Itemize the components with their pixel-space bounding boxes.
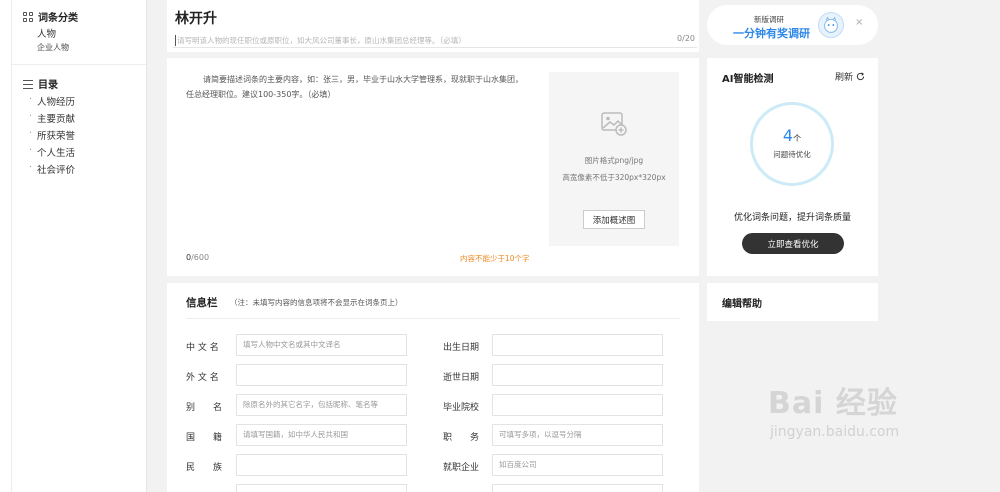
sidebar-divider xyxy=(12,64,146,65)
summary-count-max: /600 xyxy=(191,253,210,262)
issue-label: 问题待优化 xyxy=(773,150,811,159)
refresh-icon xyxy=(856,72,865,81)
survey-label: 新版调研 xyxy=(754,15,784,24)
field-label: 民 族 xyxy=(186,463,223,473)
info-title: 信息栏 xyxy=(186,297,218,309)
add-summary-image-button[interactable]: 添加概述图 xyxy=(583,210,645,229)
summary-textarea[interactable]: 请简要描述词条的主要内容，如：张三，男，毕业于山水大学管理系，现就职于山水集团，… xyxy=(186,72,530,102)
mascot-icon xyxy=(818,12,844,38)
info-note: （注：未填写内容的信息项将不会显示在词条页上） xyxy=(230,298,403,307)
watermark-url: jingyan.baidu.com xyxy=(770,424,900,440)
image-format-hint: 图片格式png/jpg xyxy=(584,156,644,165)
baidu-watermark: Bai 经验 jingyan.baidu.com xyxy=(768,378,899,440)
list-icon xyxy=(23,79,33,89)
category-item[interactable]: 人物 xyxy=(37,26,56,40)
entry-header: 林开升 请写明该人物的现任职位或原职位，如大风公司董事长，原山水集团总经理等。（… xyxy=(167,0,699,52)
position-input[interactable]: 可填写多项，以逗号分隔 xyxy=(492,424,663,446)
field-label: 逝世日期 xyxy=(443,373,480,383)
survey-banner[interactable]: 新版调研 一分钟有奖调研 × xyxy=(707,5,878,45)
death-date-input[interactable] xyxy=(492,364,663,386)
toc-item[interactable]: 个人生活 xyxy=(29,145,75,159)
info-divider xyxy=(186,318,680,319)
field-label: 中 文 名 xyxy=(186,343,219,353)
intro-input[interactable]: 请写明该人物的现任职位或原职位，如大风公司董事长，原山水集团总经理等。（必填） … xyxy=(173,31,697,48)
toc-item[interactable]: 所获荣誉 xyxy=(29,128,75,142)
summary-card: 请简要描述词条的主要内容，如：张三，男，毕业于山水大学管理系，现就职于山水集团，… xyxy=(167,58,699,276)
toc-item[interactable]: 人物经历 xyxy=(29,94,75,108)
issue-count-value: 4 xyxy=(782,126,794,145)
entry-title: 林开升 xyxy=(175,11,217,27)
school-input[interactable] xyxy=(492,394,663,416)
field-label: 职 务 xyxy=(443,433,480,443)
field-label: 毕业院校 xyxy=(443,403,480,413)
view-optimization-button[interactable]: 立即查看优化 xyxy=(742,233,844,254)
refresh-label: 刷新 xyxy=(835,73,854,83)
foreign-name-input[interactable] xyxy=(236,364,407,386)
category-title: 词条分类 xyxy=(38,13,78,24)
ethnicity-input[interactable] xyxy=(236,454,407,476)
chinese-name-input[interactable]: 填写人物中文名或其中文译名 xyxy=(236,334,407,356)
field-label: 就职企业 xyxy=(443,463,480,473)
toc-item[interactable]: 社会评价 xyxy=(29,162,75,176)
refresh-button[interactable]: 刷新 xyxy=(835,70,865,83)
issue-count-unit: 个 xyxy=(793,134,802,143)
edit-help-title: 编辑帮助 xyxy=(722,299,762,310)
ai-detection-card: AI智能检测 刷新 4个 问题待优化 优化词条问题，提升词条质量 立即查看优化 xyxy=(707,58,878,276)
watermark-logo: Bai 经验 xyxy=(768,386,898,421)
field-label: 出生日期 xyxy=(443,343,480,353)
category-item[interactable]: 企业人物 xyxy=(37,42,69,53)
nationality-input[interactable]: 请填写国籍，如中华人民共和国 xyxy=(236,424,407,446)
image-size-hint: 高宽像素不低于320px*320px xyxy=(562,173,666,182)
summary-warning: 内容不能少于10个字 xyxy=(460,254,530,263)
ai-title: AI智能检测 xyxy=(722,74,774,85)
edit-help-card[interactable]: 编辑帮助 xyxy=(707,283,878,321)
sidebar: 词条分类 人物 企业人物 目录 人物经历 主要贡献 所获荣誉 个人生活 社会评价 xyxy=(11,0,147,492)
intro-counter: 0/20 xyxy=(677,34,695,43)
birth-date-input[interactable] xyxy=(492,334,663,356)
issue-count: 4个 xyxy=(753,126,831,145)
alias-input[interactable]: 除原名外的其它名字，包括昵称、笔名等 xyxy=(236,394,407,416)
category-heading: 词条分类 xyxy=(23,9,78,24)
summary-counter: 0/600 xyxy=(186,253,209,262)
field-label: 别 名 xyxy=(186,403,223,413)
cropped-input[interactable] xyxy=(236,484,407,492)
survey-title: 一分钟有奖调研 xyxy=(733,27,810,40)
intro-placeholder: 请写明该人物的现任职位或原职位，如大风公司董事长，原山水集团总经理等。（必填） xyxy=(175,35,466,46)
grid-icon xyxy=(23,11,33,22)
left-margin xyxy=(0,0,11,492)
image-add-icon xyxy=(601,112,627,136)
issue-count-ring: 4个 问题待优化 xyxy=(750,102,834,186)
toc-heading: 目录 xyxy=(23,76,58,91)
employer-input[interactable]: 如百度公司 xyxy=(492,454,663,476)
ai-description: 优化词条问题，提升词条质量 xyxy=(733,213,851,223)
toc-item[interactable]: 主要贡献 xyxy=(29,111,75,125)
close-icon[interactable]: × xyxy=(855,17,863,28)
info-card: 信息栏 （注：未填写内容的信息项将不会显示在词条页上） 中 文 名 填写人物中文… xyxy=(167,283,699,492)
field-label: 外 文 名 xyxy=(186,373,219,383)
toc-title: 目录 xyxy=(38,80,58,91)
field-label: 国 籍 xyxy=(186,433,223,443)
cropped-input[interactable] xyxy=(492,484,663,492)
summary-image-box[interactable]: 图片格式png/jpg 高宽像素不低于320px*320px 添加概述图 xyxy=(549,72,679,246)
